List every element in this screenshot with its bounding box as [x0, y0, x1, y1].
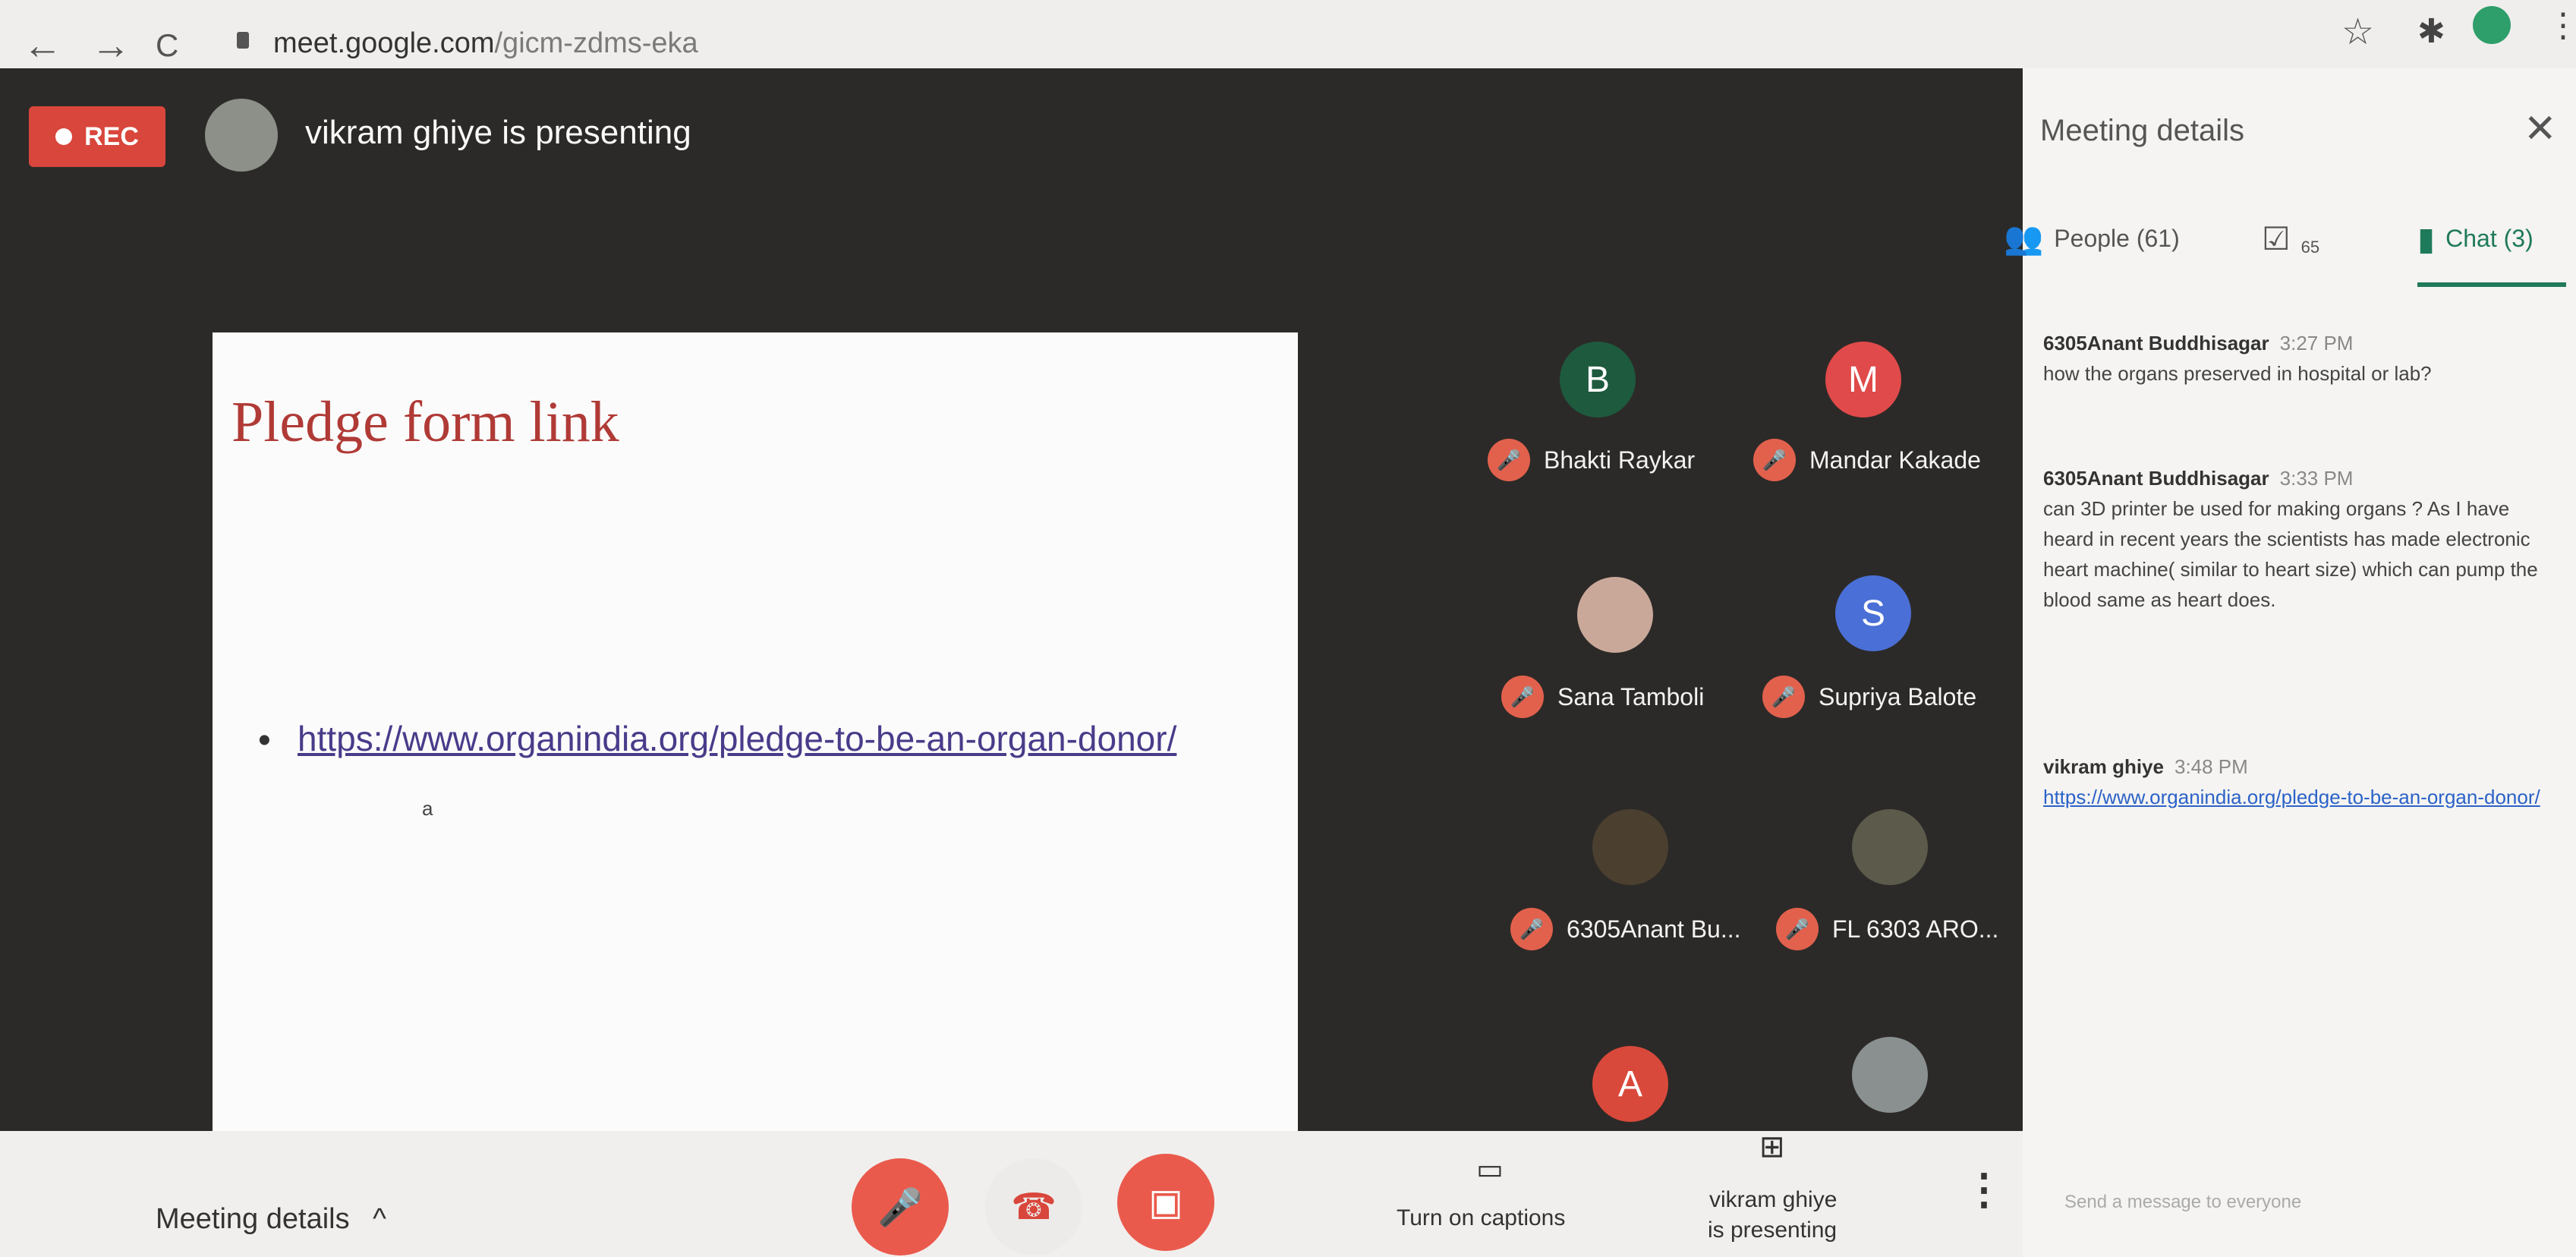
mic-off-icon: 🎤 — [1776, 908, 1819, 950]
participant-avatar — [1852, 1037, 1928, 1113]
mic-toggle-button[interactable]: 🎤 — [852, 1158, 949, 1255]
present-label-line2: is presenting — [1708, 1218, 1838, 1243]
mic-off-icon: 🎤 — [1510, 908, 1553, 950]
participant-avatar: A — [1592, 1046, 1668, 1122]
chat-message: 6305Anant Buddhisagar 3:27 PM how the org… — [2043, 328, 2544, 389]
slide-mark: a — [422, 797, 433, 820]
lock-icon — [237, 32, 249, 49]
tab-tasks[interactable]: ☑ 65 — [2262, 220, 2319, 257]
camera-toggle-button[interactable]: ▣ — [1117, 1154, 1214, 1251]
meeting-details-toggle[interactable]: Meeting details ^ — [156, 1203, 386, 1236]
presenter-avatar — [205, 99, 278, 172]
chat-icon: ▮ — [2417, 221, 2436, 257]
mic-off-icon: 🎤 — [1501, 676, 1544, 718]
participant-name-tag: 🎤 FL 6303 ARO... — [1776, 908, 1998, 950]
hang-up-icon: ☎ — [1011, 1187, 1057, 1227]
participant-avatar: B — [1560, 342, 1636, 417]
profile-avatar[interactable] — [2473, 6, 2511, 44]
chat-message-input[interactable]: Send a message to everyone — [2064, 1192, 2301, 1213]
bookmark-star-icon[interactable]: ☆ — [2341, 11, 2374, 53]
participant-name: Bhakti Raykar — [1544, 446, 1696, 474]
message-time: 3:48 PM — [2174, 755, 2248, 778]
active-tab-indicator — [2417, 282, 2566, 287]
tab-chat[interactable]: ▮ Chat (3) — [2417, 220, 2533, 257]
captions-icon: ▭ — [1476, 1154, 1504, 1186]
message-sender: vikram ghiye — [2043, 755, 2164, 778]
meeting-details-label: Meeting details — [156, 1203, 350, 1235]
slide-title: Pledge form link — [231, 390, 619, 454]
bullet-icon: • — [258, 720, 271, 761]
extensions-icon[interactable]: ✱ — [2417, 12, 2445, 51]
browser-menu-icon[interactable]: ⋮ — [2546, 6, 2576, 45]
presented-slide: Pledge form link • https://www.organindi… — [213, 332, 1298, 1137]
message-text: how the organs preserved in hospital or … — [2043, 362, 2432, 385]
chevron-up-icon: ^ — [373, 1203, 386, 1235]
reload-icon[interactable]: C — [156, 27, 178, 64]
tab-people-label: People (61) — [2054, 225, 2180, 252]
tab-chat-label: Chat (3) — [2445, 225, 2533, 252]
participant-name: Sana Tamboli — [1557, 682, 1705, 710]
people-icon: 👥 — [2004, 220, 2044, 256]
participant-name-tag: 🎤 Bhakti Raykar — [1488, 439, 1695, 481]
participant-name-tag: 🎤 Supriya Balote — [1762, 676, 1976, 718]
participant-name-tag: 🎤 Sana Tamboli — [1501, 676, 1704, 718]
forward-icon[interactable]: → — [91, 23, 131, 68]
present-screen-icon: ⊞ — [1759, 1130, 1785, 1164]
mic-off-icon: 🎤 — [1488, 439, 1530, 481]
message-sender: 6305Anant Buddhisagar — [2043, 467, 2269, 490]
panel-title: Meeting details — [2040, 114, 2245, 147]
participant-avatar — [1852, 809, 1928, 885]
message-sender: 6305Anant Buddhisagar — [2043, 332, 2269, 354]
chat-message: vikram ghiye 3:48 PM https://www.organind… — [2043, 751, 2544, 812]
message-time: 3:27 PM — [2279, 332, 2354, 354]
participant-name: 6305Anant Bu... — [1567, 915, 1741, 943]
slide-link[interactable]: https://www.organindia.org/pledge-to-be-… — [298, 718, 1176, 759]
checkbox-icon: ☑ — [2262, 221, 2291, 257]
participant-avatar — [1592, 809, 1668, 885]
back-icon[interactable]: ← — [23, 23, 62, 68]
message-time: 3:33 PM — [2279, 467, 2354, 490]
presenter-status: vikram ghiye is presenting — [305, 114, 691, 151]
participant-name-tag: 🎤 6305Anant Bu... — [1510, 908, 1741, 950]
mic-off-icon: 🎤 — [1762, 676, 1805, 718]
close-icon[interactable]: ✕ — [2524, 106, 2557, 152]
address-bar[interactable]: meet.google.com/gicm-zdms-eka — [273, 27, 698, 60]
recording-badge: REC — [29, 106, 165, 167]
mic-off-icon: 🎤 — [877, 1187, 923, 1228]
tab-people[interactable]: 👥 People (61) — [2004, 220, 2180, 257]
more-options-icon[interactable]: ⋮ — [1963, 1164, 2005, 1214]
tab-tasks-label: 65 — [2300, 237, 2320, 257]
participant-name-tag: 🎤 Mandar Kakade — [1753, 439, 1981, 481]
participant-name: Mandar Kakade — [1809, 446, 1981, 474]
leave-call-button[interactable]: ☎ — [985, 1158, 1082, 1255]
participant-avatar: M — [1825, 342, 1901, 417]
chat-message: 6305Anant Buddhisagar 3:33 PM can 3D prin… — [2043, 463, 2544, 615]
url-path: /gicm-zdms-eka — [494, 27, 698, 59]
participant-avatar — [1577, 577, 1653, 653]
camera-off-icon: ▣ — [1148, 1183, 1183, 1223]
rec-label: REC — [84, 121, 139, 151]
present-label-line1: vikram ghiye — [1709, 1187, 1838, 1212]
message-text: can 3D printer be used for making organs… — [2043, 497, 2538, 611]
record-dot-icon — [55, 128, 73, 145]
url-host: meet.google.com — [273, 27, 495, 59]
participant-name: Supriya Balote — [1819, 682, 1977, 710]
captions-label: Turn on captions — [1397, 1205, 1566, 1230]
participant-avatar: S — [1835, 575, 1911, 651]
message-link[interactable]: https://www.organindia.org/pledge-to-be-… — [2043, 782, 2544, 812]
participant-name: FL 6303 ARO... — [1832, 915, 1999, 943]
mic-off-icon: 🎤 — [1753, 439, 1796, 481]
